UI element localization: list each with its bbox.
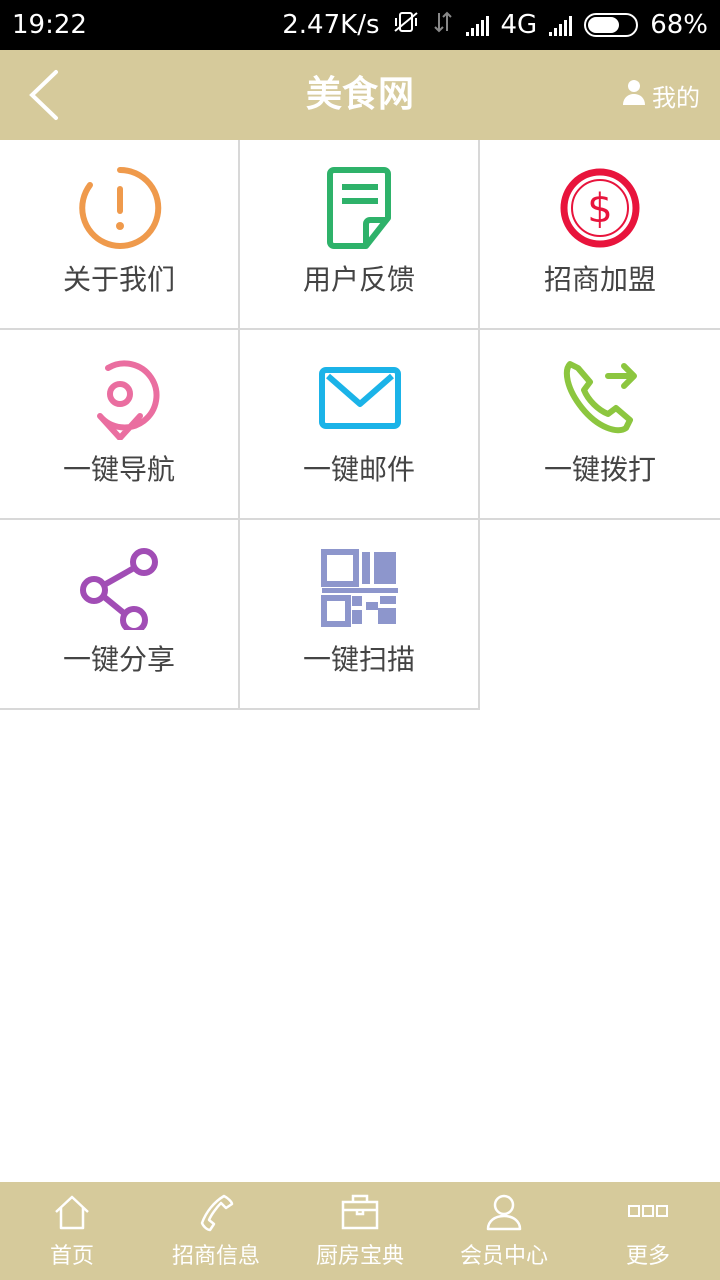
bottom-nav: 首页 招商信息 厨房宝典 会员中心 更多 xyxy=(0,1182,720,1280)
vibrate-off-icon xyxy=(392,10,420,41)
grid-item-navigate[interactable]: 一键导航 xyxy=(0,330,240,520)
battery-icon xyxy=(584,13,639,37)
qr-code-icon xyxy=(318,546,402,630)
grid-item-feedback[interactable]: 用户反馈 xyxy=(240,140,480,330)
phone-icon xyxy=(200,1194,234,1232)
grid-item-share[interactable]: 一键分享 xyxy=(0,520,240,710)
tab-more[interactable]: 更多 xyxy=(576,1182,720,1280)
briefcase-icon xyxy=(341,1194,379,1230)
location-pin-icon xyxy=(78,356,162,441)
tab-home[interactable]: 首页 xyxy=(0,1182,144,1280)
tab-label: 厨房宝典 xyxy=(315,1244,404,1269)
grid-item-call[interactable]: 一键拨打 xyxy=(480,330,720,520)
grid-item-email[interactable]: 一键邮件 xyxy=(240,330,480,520)
more-icon xyxy=(628,1205,668,1217)
status-bar: 19:22 2.47K/s 4G 68% xyxy=(0,0,720,50)
status-time: 19:22 xyxy=(12,10,87,40)
info-circle-icon xyxy=(78,166,162,250)
mail-icon xyxy=(318,356,402,440)
feedback-note-icon xyxy=(318,166,402,250)
grid-item-about-us[interactable]: 关于我们 xyxy=(0,140,240,330)
status-right: 2.47K/s 4G 68% xyxy=(282,10,708,41)
grid-item-scan[interactable]: 一键扫描 xyxy=(240,520,480,710)
grid-item-label: 一键邮件 xyxy=(302,453,415,486)
battery-percent: 68% xyxy=(650,10,708,40)
network-speed: 2.47K/s xyxy=(282,10,380,40)
tab-member-center[interactable]: 会员中心 xyxy=(432,1182,576,1280)
svg-text:$: $ xyxy=(587,186,612,232)
grid-item-label: 一键拨打 xyxy=(543,453,656,486)
mine-label: 我的 xyxy=(652,83,700,112)
user-icon xyxy=(622,79,646,111)
page-title: 美食网 xyxy=(305,74,414,115)
tab-franchise-info[interactable]: 招商信息 xyxy=(144,1182,288,1280)
app-header: 美食网 我的 xyxy=(0,50,720,140)
tab-label: 招商信息 xyxy=(171,1244,260,1269)
phone-call-icon xyxy=(558,356,642,440)
grid-item-label: 一键扫描 xyxy=(302,643,415,676)
mine-button[interactable]: 我的 xyxy=(622,50,700,140)
tab-label: 更多 xyxy=(625,1244,670,1269)
home-icon xyxy=(55,1195,89,1230)
dollar-circle-icon: $ xyxy=(558,166,642,250)
grid-item-label: 一键导航 xyxy=(62,453,175,486)
data-transfer-icon xyxy=(432,10,454,41)
tab-kitchen-guide[interactable]: 厨房宝典 xyxy=(288,1182,432,1280)
signal-icon xyxy=(465,14,489,36)
tab-label: 会员中心 xyxy=(459,1244,548,1269)
grid-item-label: 用户反馈 xyxy=(302,263,415,296)
grid-item-label: 一键分享 xyxy=(62,643,175,676)
user-icon xyxy=(486,1194,522,1231)
grid-item-franchise[interactable]: $ 招商加盟 xyxy=(480,140,720,330)
grid-item-label: 关于我们 xyxy=(62,263,175,296)
signal-icon-2 xyxy=(549,14,573,36)
grid-item-label: 招商加盟 xyxy=(543,263,656,296)
network-type: 4G xyxy=(500,10,538,40)
tab-label: 首页 xyxy=(49,1244,94,1269)
share-icon xyxy=(78,546,162,634)
